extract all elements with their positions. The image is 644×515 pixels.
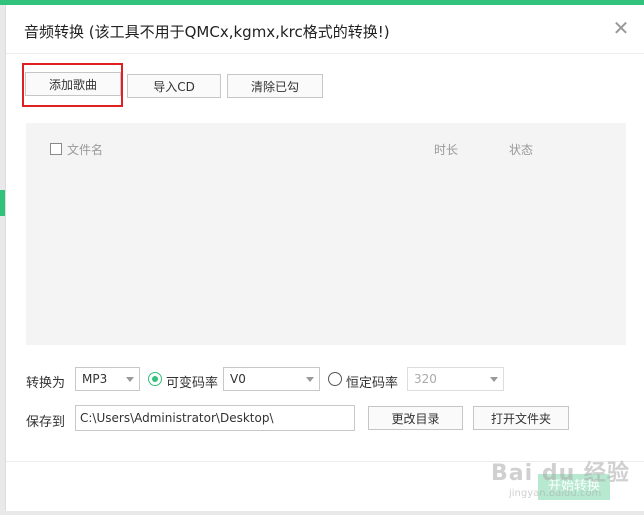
clear-checked-button[interactable]: 清除已勾 — [227, 74, 323, 98]
cbr-select-value: 320 — [414, 372, 437, 386]
file-list-panel: 文件名 时长 状态 — [26, 123, 626, 345]
column-header-filename[interactable]: 文件名 — [67, 141, 103, 158]
change-directory-button[interactable]: 更改目录 — [368, 406, 463, 430]
audio-convert-dialog: 音频转换 (该工具不用于QMCx,kgmx,krc格式的转换!) ✕ 添加歌曲 … — [5, 5, 644, 511]
dialog-title: 音频转换 (该工具不用于QMCx,kgmx,krc格式的转换!) — [24, 23, 390, 41]
vbr-radio[interactable] — [148, 372, 162, 386]
add-song-button[interactable]: 添加歌曲 — [25, 72, 121, 96]
save-path-field[interactable]: C:\Users\Administrator\Desktop\ — [75, 405, 355, 431]
open-folder-button[interactable]: 打开文件夹 — [473, 406, 569, 430]
dialog-footer: 开始转换 — [6, 461, 644, 511]
chevron-down-icon — [306, 377, 314, 382]
cbr-label[interactable]: 恒定码率 — [346, 372, 398, 391]
chevron-down-icon — [126, 377, 134, 382]
cbr-radio[interactable] — [328, 372, 342, 386]
vbr-select-value: V0 — [230, 372, 246, 386]
vbr-label[interactable]: 可变码率 — [166, 372, 218, 391]
chevron-down-icon — [490, 377, 498, 382]
save-to-label: 保存到 — [26, 415, 66, 430]
format-select[interactable]: MP3 — [75, 367, 140, 391]
column-header-status[interactable]: 状态 — [509, 141, 533, 158]
cbr-select: 320 — [407, 367, 504, 391]
column-header-duration[interactable]: 时长 — [434, 141, 458, 158]
title-divider — [6, 53, 644, 54]
select-all-checkbox[interactable] — [50, 143, 62, 155]
convert-to-label: 转换为 — [26, 376, 66, 391]
start-convert-button[interactable]: 开始转换 — [538, 474, 610, 500]
format-select-value: MP3 — [82, 372, 108, 386]
vbr-select[interactable]: V0 — [223, 367, 320, 391]
close-icon[interactable]: ✕ — [612, 18, 630, 38]
import-cd-button[interactable]: 导入CD — [127, 74, 221, 98]
